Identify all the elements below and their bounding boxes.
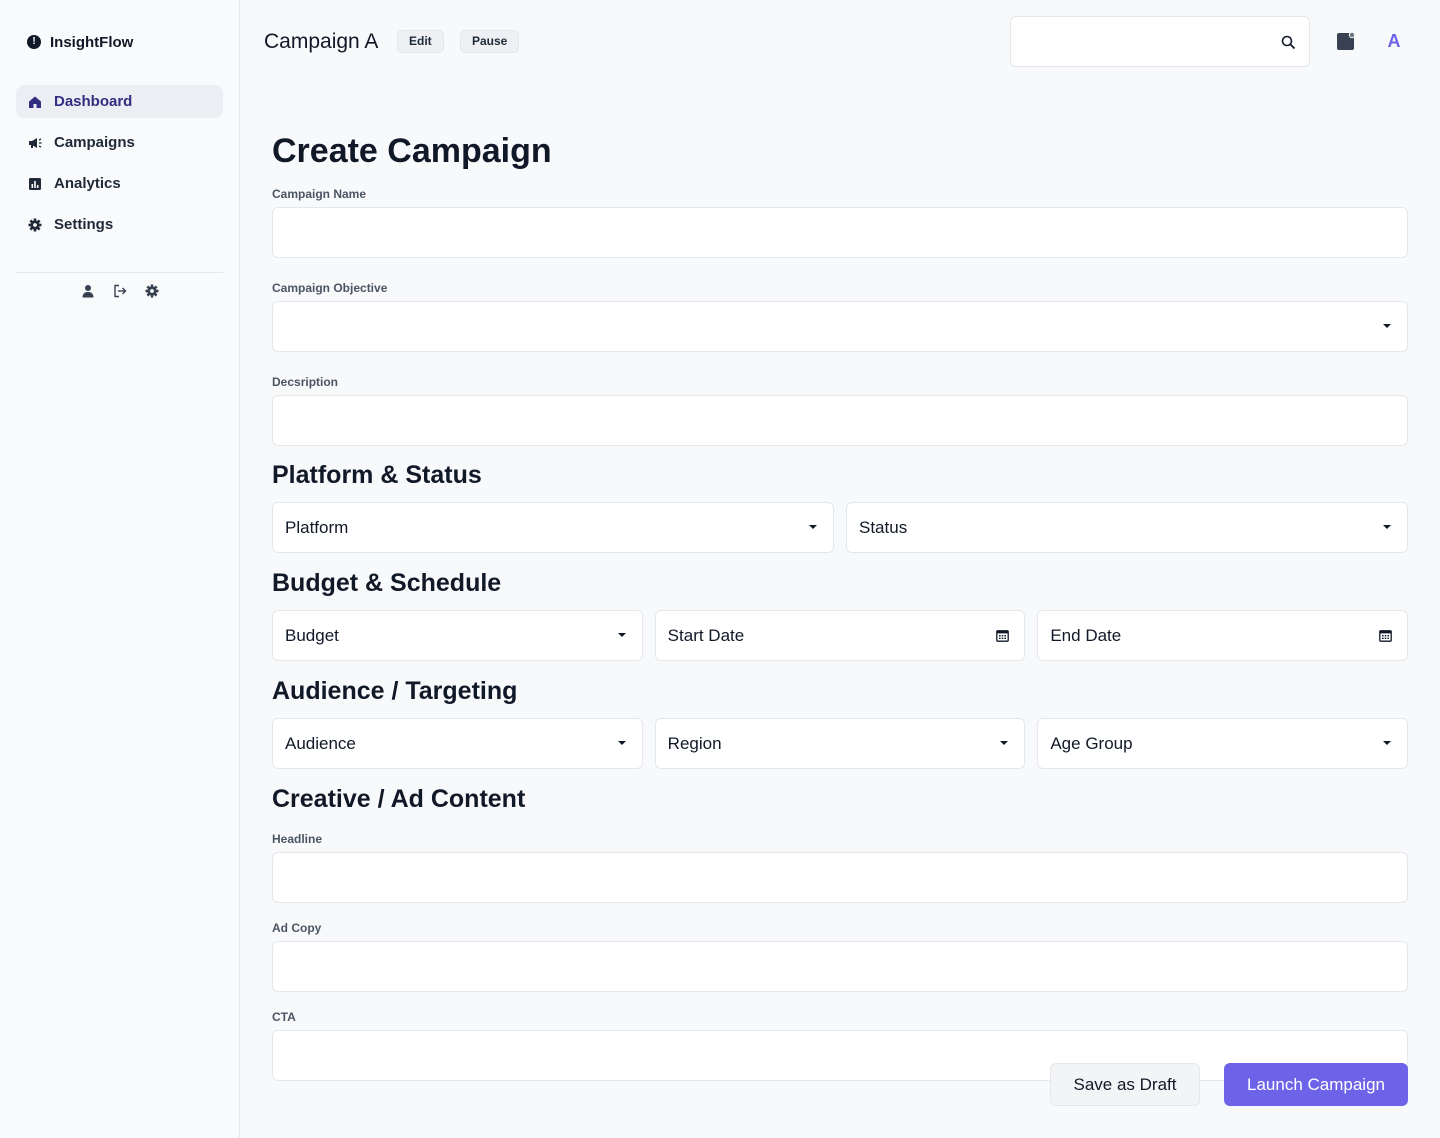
region-value: Region (667, 734, 722, 753)
description-label: Decsription (272, 375, 339, 389)
headline-group: Headline (272, 832, 1408, 903)
platform-select[interactable]: Platform (272, 502, 834, 553)
cta-label: CTA (272, 1010, 296, 1024)
campaign-objective-value (273, 302, 1407, 351)
audience-select[interactable]: Audience (272, 718, 643, 769)
app: ! InsightFlow Dashboard Campaigns Analyt… (0, 0, 1440, 1138)
sidebar-item-label: Dashboard (54, 93, 133, 110)
ad-copy-input[interactable] (273, 942, 1407, 991)
description-field (272, 395, 1408, 446)
sidebar-item-dashboard[interactable]: Dashboard (16, 85, 223, 118)
sidebar: ! InsightFlow Dashboard Campaigns Analyt… (0, 0, 240, 1138)
brand: ! InsightFlow (16, 27, 223, 57)
sidebar-item-label: Analytics (54, 175, 121, 192)
avatar[interactable]: A (1382, 28, 1406, 54)
sidebar-nav: Dashboard Campaigns Analytics Settings (16, 85, 223, 241)
campaign-objective-group: Campaign Objective (272, 281, 1408, 352)
save-draft-button[interactable]: Save as Draft (1050, 1063, 1200, 1106)
chevron-down-icon (1000, 741, 1009, 745)
brand-logo-icon: ! (27, 35, 41, 49)
chevron-down-icon (809, 525, 817, 529)
search-input[interactable] (1011, 17, 1309, 66)
chart-icon (29, 177, 41, 190)
home-icon (29, 96, 41, 108)
audience-value: Audience (285, 734, 356, 753)
search-box (1010, 16, 1310, 67)
sidebar-divider (16, 272, 223, 273)
sidebar-item-label: Campaigns (54, 134, 135, 151)
chevron-down-icon (1383, 324, 1391, 328)
campaign-name-label: Campaign Name (272, 187, 367, 201)
create-campaign-form: Create Campaign Campaign Name Campaign O… (272, 130, 1409, 1081)
sidebar-item-analytics[interactable]: Analytics (16, 167, 223, 200)
creative-heading: Creative / Ad Content (272, 785, 526, 813)
budget-schedule-row: Budget Start Date End Date (272, 610, 1409, 661)
budget-select[interactable]: Budget (272, 610, 643, 661)
gear-icon (28, 218, 42, 231)
edit-button[interactable]: Edit (397, 30, 444, 53)
end-date-field[interactable]: End Date (1037, 610, 1409, 661)
campaign-name-group: Campaign Name (272, 187, 1408, 258)
sidebar-item-campaigns[interactable]: Campaigns (16, 126, 223, 159)
budget-schedule-heading: Budget & Schedule (272, 569, 502, 597)
notification-icon[interactable] (1337, 31, 1356, 50)
age-group-select[interactable]: Age Group (1037, 718, 1409, 769)
user-icon[interactable] (81, 284, 95, 298)
campaign-objective-label: Campaign Objective (272, 281, 388, 295)
topbar: Campaign A Edit Pause A (240, 0, 1440, 84)
description-input[interactable] (273, 396, 1407, 445)
sidebar-item-settings[interactable]: Settings (16, 208, 223, 241)
headline-label: Headline (272, 832, 323, 846)
page-heading: Campaign A (264, 30, 379, 53)
megaphone-icon (29, 137, 42, 148)
sidebar-actions (16, 284, 223, 298)
main-content: Campaign A Edit Pause A Create Campaign … (240, 0, 1440, 1138)
page-title: Create Campaign (272, 132, 552, 170)
brand-name: InsightFlow (50, 33, 134, 51)
budget-value: Budget (285, 626, 339, 645)
calendar-icon[interactable] (1379, 629, 1392, 642)
campaign-name-field (272, 207, 1408, 258)
audience-row: Audience Region Age Group (272, 718, 1409, 769)
audience-heading: Audience / Targeting (272, 677, 518, 705)
headline-field (272, 852, 1408, 903)
pause-button[interactable]: Pause (460, 30, 520, 53)
headline-input[interactable] (273, 853, 1407, 902)
status-select[interactable]: Status (846, 502, 1408, 553)
ad-copy-group: Ad Copy (272, 921, 1408, 992)
chevron-down-icon (1383, 741, 1392, 745)
launch-campaign-button[interactable]: Launch Campaign (1224, 1063, 1408, 1106)
status-value: Status (859, 518, 908, 537)
sidebar-item-label: Settings (54, 216, 114, 233)
end-date-value: End Date (1050, 626, 1122, 645)
chevron-down-icon (617, 741, 626, 745)
description-group: Decsription (272, 375, 1408, 446)
campaign-name-input[interactable] (273, 208, 1407, 257)
platform-value: Platform (285, 518, 349, 537)
chevron-down-icon (617, 633, 626, 637)
region-select[interactable]: Region (654, 718, 1026, 769)
start-date-field[interactable]: Start Date (654, 610, 1026, 661)
start-date-value: Start Date (667, 626, 745, 645)
search-icon[interactable] (1281, 35, 1296, 50)
gear-icon[interactable] (145, 284, 159, 298)
chevron-down-icon (1383, 525, 1391, 529)
calendar-icon[interactable] (996, 629, 1010, 642)
ad-copy-label: Ad Copy (272, 921, 322, 935)
logout-icon[interactable] (113, 284, 127, 298)
platform-status-heading: Platform & Status (272, 461, 482, 489)
platform-status-row: Platform Status (272, 502, 1408, 553)
campaign-objective-select[interactable] (272, 301, 1408, 352)
age-group-value: Age Group (1050, 734, 1133, 753)
ad-copy-field (272, 941, 1408, 992)
